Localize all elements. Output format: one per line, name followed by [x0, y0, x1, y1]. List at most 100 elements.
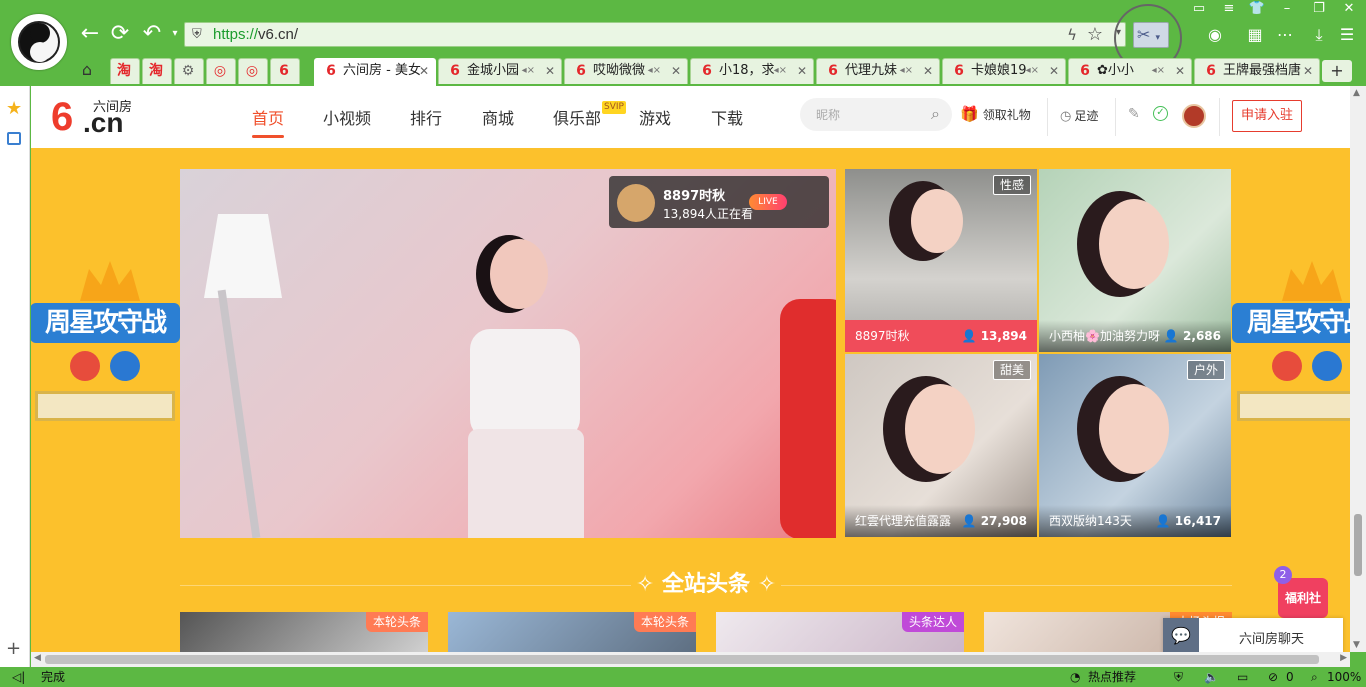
mute-icon[interactable]: ◂×: [1152, 59, 1165, 83]
tab-dailijiumei[interactable]: 6 代理九妹 ◂× ✕: [816, 58, 940, 84]
tab-taobao-1[interactable]: 淘: [110, 58, 140, 84]
nav-short-video[interactable]: 小视频: [323, 105, 371, 129]
headline-card[interactable]: 头条达人: [716, 612, 964, 652]
tab-close-icon[interactable]: ✕: [419, 59, 429, 83]
nav-ranking[interactable]: 排行: [410, 105, 442, 129]
vertical-scroll-thumb[interactable]: [1354, 514, 1362, 576]
edit-icon[interactable]: ✎: [1128, 106, 1140, 122]
scroll-right-icon[interactable]: ▶: [1340, 653, 1347, 663]
tab-kaniangniang[interactable]: 6 卡娘娘19 ◂× ✕: [942, 58, 1066, 84]
tab-xiaoxiao[interactable]: 6 ✿小小 ◂× ✕: [1068, 58, 1192, 84]
favorites-star-icon[interactable]: ★: [6, 98, 22, 119]
close-window-icon[interactable]: ✕: [1336, 0, 1362, 18]
tab-close-icon[interactable]: ✕: [797, 59, 807, 83]
tab-close-icon[interactable]: ✕: [1049, 59, 1059, 83]
tab-weibo-1[interactable]: ◎: [206, 58, 236, 84]
calculator-icon[interactable]: ▦: [1244, 24, 1266, 46]
hot-recommend-link[interactable]: 热点推荐: [1088, 667, 1136, 687]
tab-close-icon[interactable]: ✕: [1175, 59, 1185, 83]
scroll-up-icon[interactable]: ▲: [1353, 88, 1360, 98]
screen-icon[interactable]: [7, 132, 21, 145]
lightning-icon[interactable]: ϟ: [1067, 26, 1077, 44]
check-icon[interactable]: ✓: [1153, 106, 1168, 121]
volume-icon[interactable]: 🔈: [1204, 667, 1219, 687]
apply-join-button[interactable]: 申请入驻: [1232, 100, 1302, 132]
scroll-left-icon[interactable]: ◀: [34, 653, 41, 663]
footprint-button[interactable]: ◷ 足迹: [1060, 107, 1098, 124]
nav-home[interactable]: 首页: [252, 105, 285, 138]
search-input[interactable]: 昵称: [816, 106, 840, 123]
mute-icon[interactable]: ◂×: [1026, 59, 1039, 83]
tab-close-icon[interactable]: ✕: [1303, 59, 1313, 83]
claim-gift-button[interactable]: 🎁 领取礼物: [960, 105, 1031, 123]
tab-weibo-2[interactable]: ◎: [238, 58, 268, 84]
back-icon[interactable]: ←: [78, 22, 102, 46]
address-url[interactable]: https://v6.cn/: [213, 26, 298, 43]
nav-games[interactable]: 游戏: [639, 105, 671, 129]
tab-close-icon[interactable]: ✕: [545, 59, 555, 83]
headline-card[interactable]: 本轮头条: [180, 612, 428, 652]
chat-widget[interactable]: 💬 六间房聊天: [1163, 618, 1343, 652]
scroll-down-icon[interactable]: ▼: [1353, 640, 1360, 650]
headline-card[interactable]: 本轮头条: [448, 612, 696, 652]
restore-icon[interactable]: ❐: [1306, 0, 1332, 18]
tab-close-icon[interactable]: ✕: [671, 59, 681, 83]
nav-download[interactable]: 下载: [711, 105, 743, 129]
nav-club[interactable]: 俱乐部: [553, 105, 601, 129]
search-box[interactable]: 昵称 ⌕: [800, 98, 952, 131]
six-icon: 6: [828, 63, 838, 79]
tab-six[interactable]: 6: [270, 58, 300, 84]
shield-status-icon[interactable]: ⛨: [1174, 667, 1183, 687]
settings-list-icon[interactable]: ≡: [1216, 0, 1242, 18]
address-bar[interactable]: ⛨ https://v6.cn/ ϟ ☆ ▾: [184, 22, 1126, 47]
tab-aiyou[interactable]: 6 哎呦微微 ◂× ✕: [564, 58, 688, 84]
vertical-scrollbar[interactable]: ▲ ▼: [1350, 86, 1366, 652]
home-icon[interactable]: ⌂: [76, 60, 98, 82]
horizontal-scrollbar[interactable]: ◀ ▶: [31, 652, 1350, 667]
minimize-icon[interactable]: –: [1274, 0, 1300, 18]
zoom-level[interactable]: 100%: [1327, 667, 1361, 687]
horizontal-scroll-thumb[interactable]: [45, 655, 1319, 664]
tab-active-liujianfang[interactable]: 6 六间房 - 美女 ✕: [314, 58, 436, 86]
sidebar-toggle-icon[interactable]: ▭: [1186, 0, 1212, 18]
tab-xiao18[interactable]: 6 小18，求 ◂× ✕: [690, 58, 814, 84]
search-icon[interactable]: ⌕: [931, 104, 940, 124]
panel-toggle-icon[interactable]: ◁|: [12, 667, 25, 687]
tab-close-icon[interactable]: ✕: [923, 59, 933, 83]
tab-wangpai[interactable]: 6 王牌最强档唐 ✕: [1194, 58, 1320, 84]
mute-icon[interactable]: ◂×: [522, 59, 535, 83]
undo-icon[interactable]: ↶: [140, 22, 164, 46]
tab-taobao-2[interactable]: 淘: [142, 58, 172, 84]
mute-icon[interactable]: ◂×: [774, 59, 787, 83]
tab-jincheng[interactable]: 6 金城小园 ◂× ✕: [438, 58, 562, 84]
room-card[interactable]: 性感 8897时秋 👤 13,894: [845, 169, 1037, 352]
avatar[interactable]: [1182, 104, 1206, 128]
banner-right-decoration[interactable]: 周星攻守战: [1232, 241, 1350, 431]
mute-icon[interactable]: ◂×: [648, 59, 661, 83]
bookmark-star-icon[interactable]: ☆: [1087, 24, 1103, 45]
room-card[interactable]: 甜美 红雲代理充值露露 👤 27,908: [845, 354, 1037, 537]
download-status-icon[interactable]: ⊘: [1268, 667, 1278, 687]
download-icon[interactable]: ⤓: [1308, 24, 1330, 46]
translate-icon[interactable]: ◉: [1204, 24, 1226, 46]
room-card[interactable]: 小西柚🌸加油努力呀 👤 2,686: [1039, 169, 1231, 352]
welfare-button[interactable]: 福利社 2: [1272, 564, 1332, 622]
main-live-video[interactable]: 8897时秋 13,894人正在看 LIVE: [180, 169, 836, 538]
banner-left-decoration[interactable]: 周星攻守战: [31, 241, 180, 431]
refresh-icon[interactable]: ⟳: [108, 22, 132, 46]
add-sidebar-icon[interactable]: +: [6, 638, 21, 659]
live-info-card[interactable]: 8897时秋 13,894人正在看 LIVE: [609, 176, 829, 228]
zoom-icon[interactable]: ⌕: [1311, 667, 1318, 687]
nav-mall[interactable]: 商城: [482, 105, 514, 129]
more-icon[interactable]: ⋯: [1274, 24, 1296, 46]
menu-icon[interactable]: ☰: [1336, 24, 1358, 46]
room-card[interactable]: 户外 西双版纳143天 👤 16,417: [1039, 354, 1231, 537]
skin-icon[interactable]: 👕: [1244, 0, 1270, 18]
new-tab-button[interactable]: +: [1322, 60, 1352, 82]
viewer-count: 13,894人正在看: [663, 207, 753, 221]
browser-logo-icon[interactable]: [11, 14, 67, 70]
tab-settings[interactable]: ⚙: [174, 58, 204, 84]
site-logo[interactable]: 6 六间房 .cn: [51, 96, 151, 138]
mute-icon[interactable]: ◂×: [900, 59, 913, 83]
screen-status-icon[interactable]: ▭: [1237, 667, 1248, 687]
